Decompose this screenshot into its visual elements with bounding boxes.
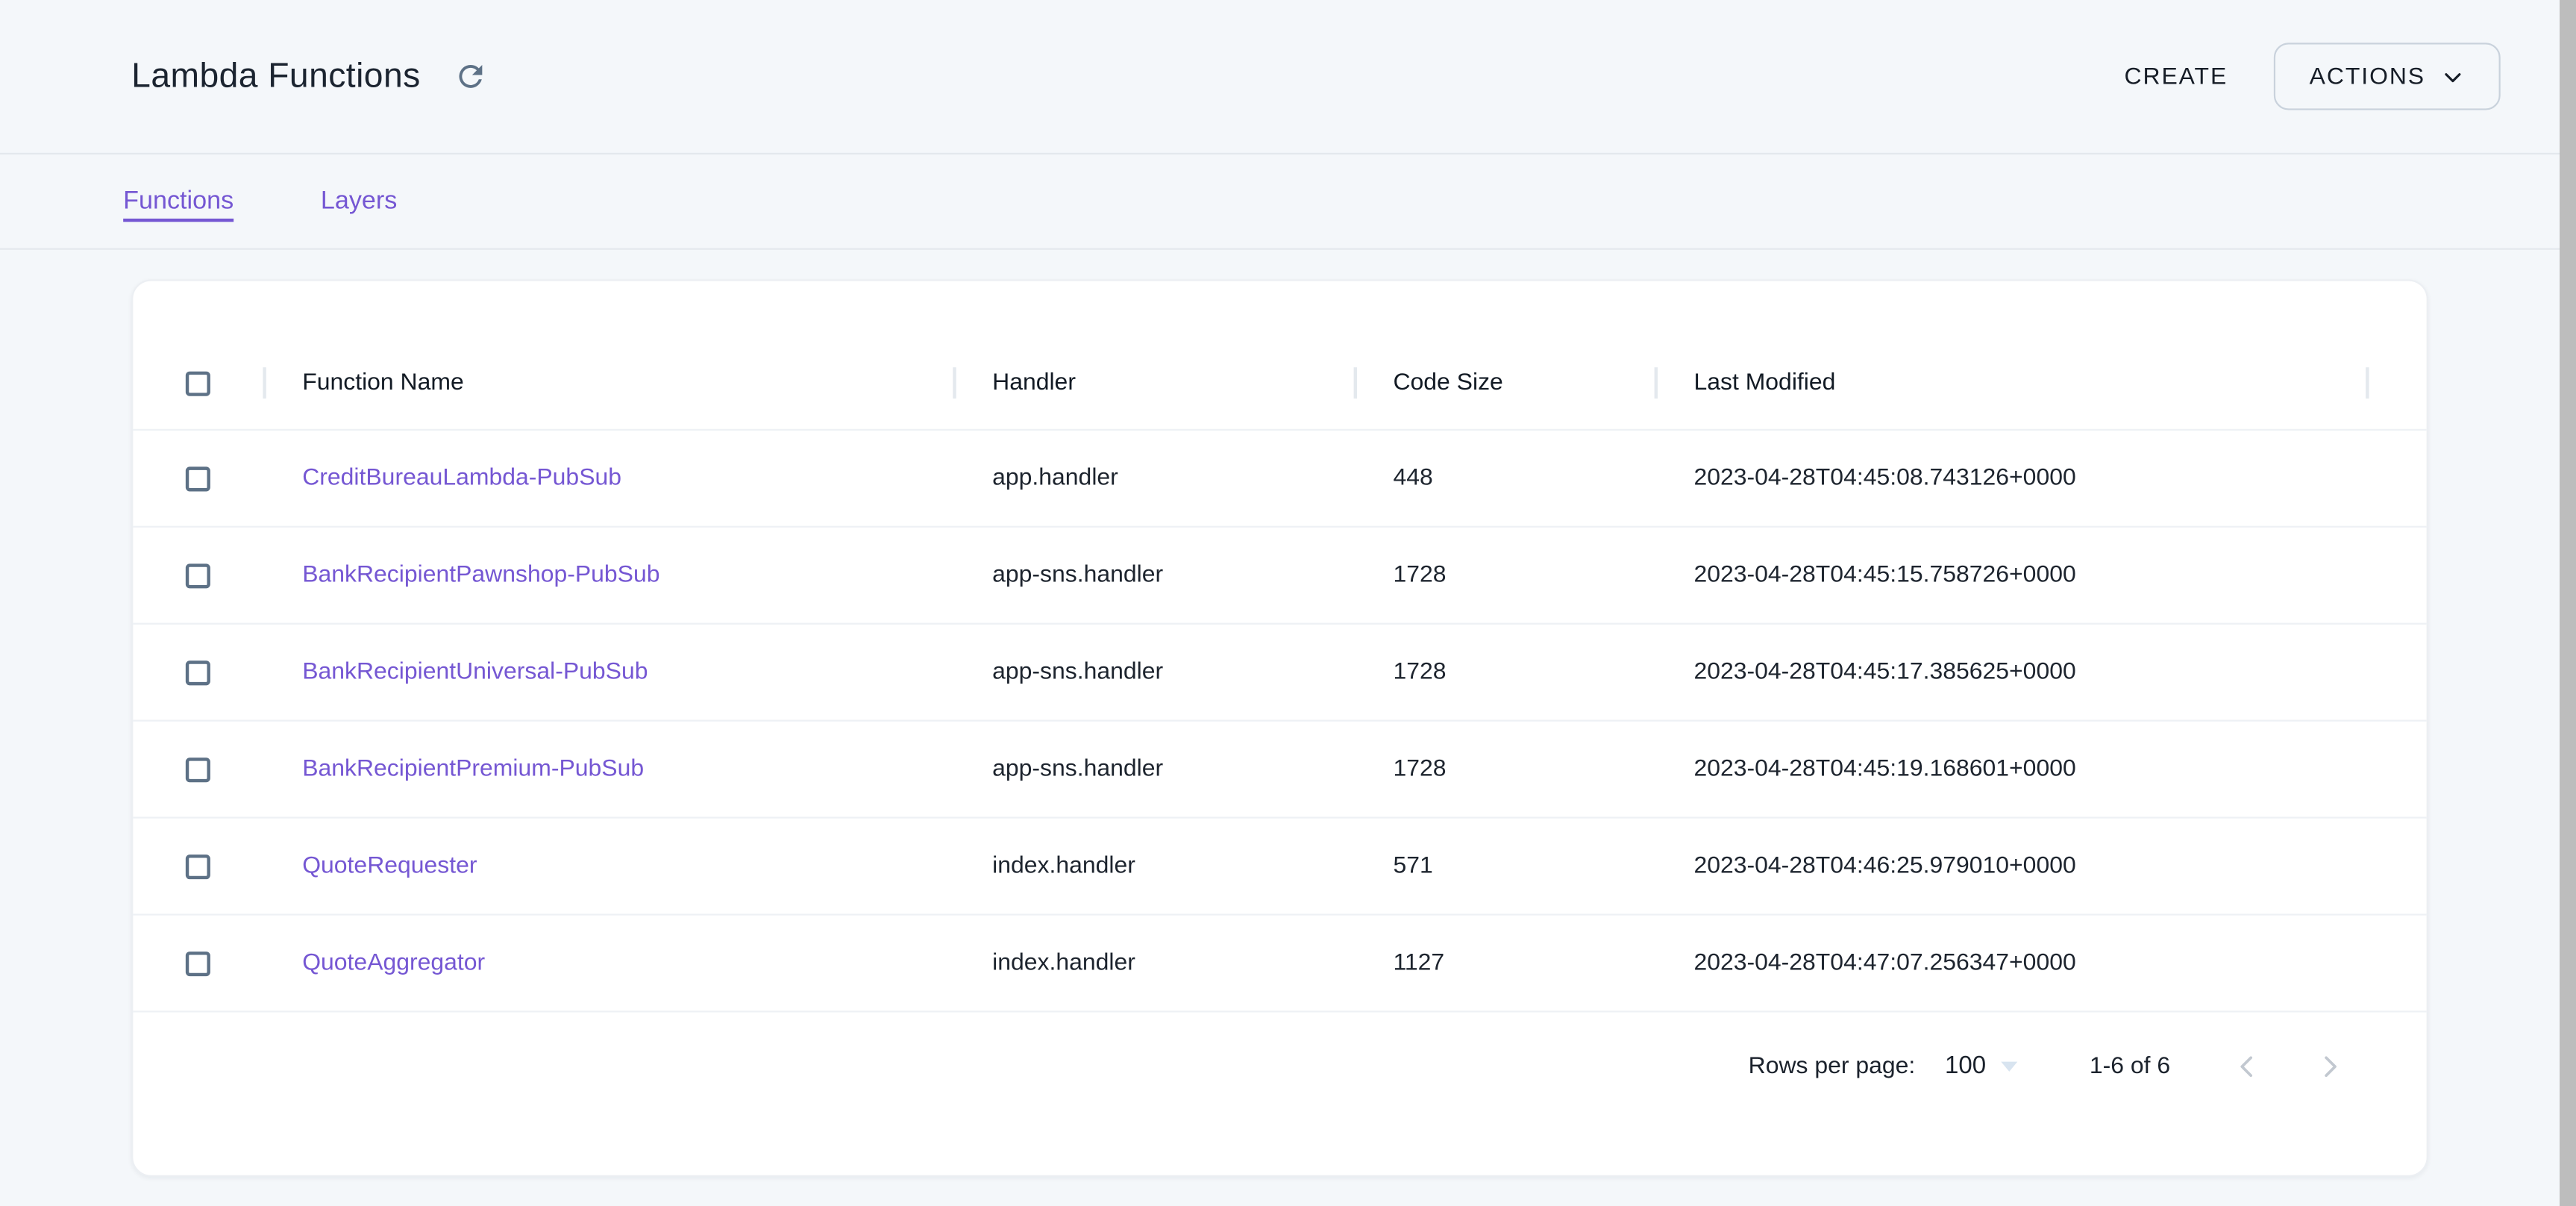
- function-name-link[interactable]: BankRecipientPremium-PubSub: [302, 756, 644, 782]
- pagination-bar: Rows per page: 100 1-6 of 6: [133, 1010, 2426, 1119]
- code-size-cell: 1728: [1354, 562, 1655, 588]
- previous-page-button[interactable]: [2226, 1044, 2269, 1087]
- chevron-down-icon: [2442, 65, 2465, 88]
- table-row: CreditBureauLambda-PubSub app.handler 44…: [133, 429, 2426, 526]
- row-checkbox[interactable]: [186, 563, 210, 587]
- row-checkbox[interactable]: [186, 466, 210, 490]
- rows-per-page-value: 100: [1945, 1052, 1986, 1079]
- next-page-button[interactable]: [2308, 1044, 2351, 1087]
- dropdown-caret-icon: [2001, 1061, 2017, 1071]
- row-checkbox[interactable]: [186, 854, 210, 878]
- code-size-cell: 1728: [1354, 756, 1655, 782]
- last-modified-cell: 2023-04-28T04:45:17.385625+0000: [1655, 659, 2366, 685]
- last-modified-cell: 2023-04-28T04:45:08.743126+0000: [1655, 465, 2366, 491]
- select-all-cell: [133, 371, 263, 396]
- scrollbar[interactable]: [2560, 0, 2576, 1206]
- refresh-button[interactable]: [450, 55, 492, 98]
- last-modified-cell: 2023-04-28T04:47:07.256347+0000: [1655, 950, 2366, 976]
- select-all-checkbox[interactable]: [186, 371, 210, 396]
- create-button[interactable]: CREATE: [2105, 47, 2248, 106]
- chevron-right-icon: [2313, 1049, 2346, 1082]
- actions-button-label: ACTIONS: [2310, 63, 2425, 90]
- last-modified-cell: 2023-04-28T04:45:15.758726+0000: [1655, 562, 2366, 588]
- function-name-link[interactable]: CreditBureauLambda-PubSub: [302, 465, 621, 491]
- handler-cell: index.handler: [953, 950, 1353, 976]
- column-header-code-size: Code Size: [1354, 369, 1655, 396]
- handler-cell: index.handler: [953, 853, 1353, 879]
- table-row: QuoteAggregator index.handler 1127 2023-…: [133, 913, 2426, 1010]
- handler-cell: app-sns.handler: [953, 756, 1353, 782]
- app-viewport: Lambda Functions CREATE ACTIONS Function…: [0, 0, 2576, 1206]
- function-name-link[interactable]: BankRecipientPawnshop-PubSub: [302, 562, 659, 588]
- pagination-nav: [2226, 1044, 2351, 1087]
- row-checkbox[interactable]: [186, 951, 210, 975]
- row-checkbox[interactable]: [186, 660, 210, 684]
- table-row: BankRecipientPawnshop-PubSub app-sns.han…: [133, 526, 2426, 623]
- column-header-handler: Handler: [953, 369, 1353, 396]
- table-row: BankRecipientUniversal-PubSub app-sns.ha…: [133, 623, 2426, 720]
- page-header: Lambda Functions CREATE ACTIONS: [0, 0, 2576, 154]
- last-modified-cell: 2023-04-28T04:45:19.168601+0000: [1655, 756, 2366, 782]
- handler-cell: app-sns.handler: [953, 562, 1353, 588]
- table-row: QuoteRequester index.handler 571 2023-04…: [133, 816, 2426, 913]
- table-row: BankRecipientPremium-PubSub app-sns.hand…: [133, 720, 2426, 817]
- row-checkbox[interactable]: [186, 757, 210, 781]
- tab-layers[interactable]: Layers: [314, 187, 404, 216]
- column-header-function-name: Function Name: [263, 369, 953, 396]
- code-size-cell: 1728: [1354, 659, 1655, 685]
- tab-bar: Functions Layers: [0, 154, 2576, 250]
- function-name-link[interactable]: QuoteAggregator: [302, 950, 485, 976]
- rows-per-page-select[interactable]: 100: [1945, 1052, 2017, 1079]
- function-name-link[interactable]: QuoteRequester: [302, 853, 477, 879]
- tab-functions[interactable]: Functions: [116, 187, 240, 216]
- functions-table-card: Function Name Handler Code Size Last Mod…: [131, 279, 2428, 1176]
- actions-button[interactable]: ACTIONS: [2274, 43, 2501, 110]
- code-size-cell: 571: [1354, 853, 1655, 879]
- column-header-last-modified: Last Modified: [1655, 369, 2366, 396]
- column-header-spacer: [2366, 337, 2426, 428]
- handler-cell: app.handler: [953, 465, 1353, 491]
- last-modified-cell: 2023-04-28T04:46:25.979010+0000: [1655, 853, 2366, 879]
- table-header-row: Function Name Handler Code Size Last Mod…: [133, 337, 2426, 428]
- refresh-icon: [454, 59, 489, 93]
- code-size-cell: 1127: [1354, 950, 1655, 976]
- handler-cell: app-sns.handler: [953, 659, 1353, 685]
- rows-per-page-label: Rows per page:: [1749, 1053, 1916, 1079]
- pagination-range-label: 1-6 of 6: [2090, 1053, 2170, 1079]
- function-name-link[interactable]: BankRecipientUniversal-PubSub: [302, 659, 648, 685]
- code-size-cell: 448: [1354, 465, 1655, 491]
- page-title: Lambda Functions: [131, 57, 421, 96]
- chevron-left-icon: [2231, 1049, 2264, 1082]
